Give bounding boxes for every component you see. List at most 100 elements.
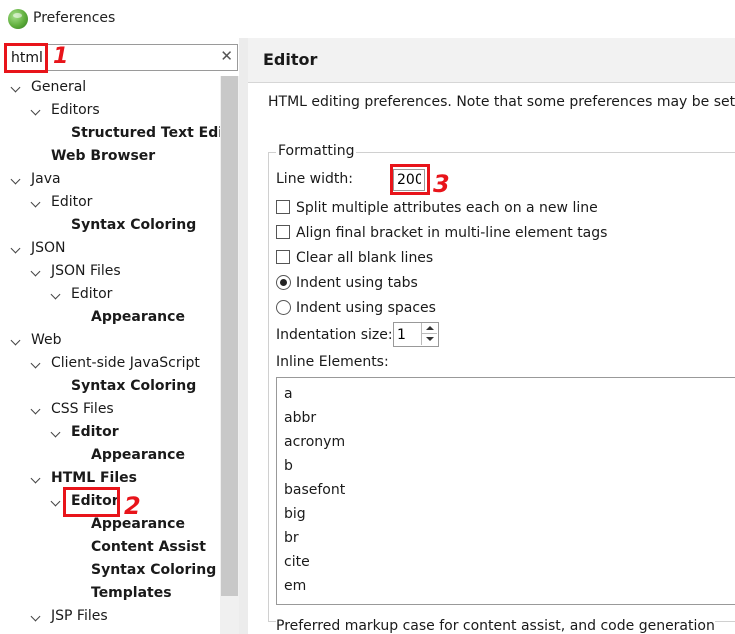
spin-up-icon[interactable]: [421, 323, 437, 334]
option-label: Indent using tabs: [296, 275, 418, 291]
list-item[interactable]: a: [284, 382, 293, 406]
tree-item[interactable]: Content Assist: [0, 536, 220, 559]
line-width-label: Line width:: [276, 171, 353, 187]
tree-item-label: Appearance: [91, 309, 185, 325]
chevron-down-icon[interactable]: [30, 358, 41, 369]
tree-item[interactable]: Editors: [0, 99, 220, 122]
annotation-number-3: 3: [433, 170, 450, 198]
annotation-box-editor: [63, 487, 120, 517]
tree-item-label: JSON: [31, 240, 66, 256]
checkbox-icon[interactable]: [276, 200, 290, 214]
tree-item-label: Web Browser: [51, 148, 156, 164]
indentation-size-label: Indentation size:: [276, 327, 393, 343]
chevron-down-icon[interactable]: [30, 611, 41, 622]
tree-item[interactable]: Templates: [0, 582, 220, 605]
markup-case-label: Preferred markup case for content assist…: [276, 618, 715, 634]
chevron-down-icon[interactable]: [30, 105, 41, 116]
tree-item[interactable]: CSS Files: [0, 398, 220, 421]
formatting-legend: Formatting: [276, 143, 357, 159]
annotation-number-2: 2: [124, 492, 141, 520]
tree-item[interactable]: JSON Files: [0, 260, 220, 283]
list-item[interactable]: basefont: [284, 478, 345, 502]
tree-item-label: JSON Files: [51, 263, 121, 279]
tree-item[interactable]: JSP Files: [0, 605, 220, 628]
tree-item-label: Syntax Coloring: [91, 562, 217, 578]
tree-item-label: Content Assist: [91, 539, 206, 555]
tree-item[interactable]: Syntax Coloring: [0, 214, 220, 237]
tree-item[interactable]: General: [0, 76, 220, 99]
preferences-page: Editor HTML editing preferences. Note th…: [248, 38, 735, 634]
preferences-nav-panel: ✕ General Editors Structured Text Editors W…: [0, 38, 239, 634]
tree-scrollbar[interactable]: [220, 76, 239, 634]
chevron-down-icon[interactable]: [10, 82, 21, 93]
chevron-down-icon[interactable]: [30, 266, 41, 277]
radio-icon[interactable]: [276, 300, 291, 315]
chevron-down-icon[interactable]: [50, 496, 61, 507]
tree-item-label: Editor: [51, 194, 93, 210]
radio-icon[interactable]: [276, 275, 291, 290]
chevron-down-icon[interactable]: [30, 404, 41, 415]
tree-item[interactable]: Syntax Coloring: [0, 559, 220, 582]
indentation-size-input[interactable]: [397, 325, 419, 344]
chevron-down-icon[interactable]: [10, 174, 21, 185]
inline-elements-label: Inline Elements:: [276, 354, 389, 370]
tree-item[interactable]: Structured Text Editors: [0, 122, 220, 145]
chevron-down-icon[interactable]: [30, 473, 41, 484]
tree-scrollbar-thumb[interactable]: [221, 76, 238, 596]
page-description: HTML editing preferences. Note that some…: [268, 94, 735, 110]
option-label: Split multiple attributes each on a new …: [296, 200, 598, 216]
chevron-down-icon[interactable]: [10, 335, 21, 346]
app-icon: [8, 9, 28, 29]
tree-item-label: CSS Files: [51, 401, 114, 417]
page-header: Editor: [248, 38, 735, 83]
tree-item[interactable]: Client-side JavaScript: [0, 352, 220, 375]
annotation-number-1: 1: [53, 44, 69, 69]
tree-item[interactable]: JSON: [0, 237, 220, 260]
panel-divider[interactable]: [239, 38, 248, 634]
chevron-down-icon[interactable]: [50, 289, 61, 300]
clear-icon[interactable]: ✕: [220, 47, 233, 65]
tree-item-label: Structured Text Editors: [71, 125, 220, 141]
tree-item[interactable]: Syntax Coloring: [0, 375, 220, 398]
list-item[interactable]: acronym: [284, 430, 345, 454]
indentation-size-spinner[interactable]: [393, 322, 439, 347]
list-item[interactable]: b: [284, 454, 293, 478]
inline-elements-list[interactable]: a abbr acronym b basefont big br cite em: [276, 377, 735, 605]
chevron-down-icon[interactable]: [10, 243, 21, 254]
tree-item[interactable]: Editor: [0, 421, 220, 444]
checkbox-icon[interactable]: [276, 225, 290, 239]
option-label: Indent using spaces: [296, 300, 436, 316]
chevron-down-icon[interactable]: [50, 427, 61, 438]
list-item[interactable]: br: [284, 526, 299, 550]
list-item[interactable]: em: [284, 574, 306, 598]
tree-item-label: Syntax Coloring: [71, 217, 197, 233]
chevron-down-icon[interactable]: [30, 197, 41, 208]
annotation-box-filter: [4, 43, 48, 73]
tree-item-label: Java: [31, 171, 61, 187]
title-bar: Preferences: [0, 0, 735, 38]
tree-item-label: Client-side JavaScript: [51, 355, 200, 371]
list-item[interactable]: big: [284, 502, 306, 526]
option-label: Align final bracket in multi-line elemen…: [296, 225, 608, 241]
page-title: Editor: [263, 50, 318, 69]
preferences-tree: General Editors Structured Text Editors Web…: [0, 76, 220, 634]
list-item[interactable]: abbr: [284, 406, 316, 430]
tree-item[interactable]: Web Browser: [0, 145, 220, 168]
window-title: Preferences: [33, 10, 116, 26]
tree-item-label: Editors: [51, 102, 100, 118]
checkbox-icon[interactable]: [276, 250, 290, 264]
tree-item[interactable]: Appearance: [0, 306, 220, 329]
tree-item[interactable]: Editor: [0, 283, 220, 306]
tree-item[interactable]: Appearance: [0, 444, 220, 467]
tree-item[interactable]: Java: [0, 168, 220, 191]
tree-item-label: Web: [31, 332, 62, 348]
tree-item-label: Appearance: [91, 447, 185, 463]
spin-down-icon[interactable]: [421, 334, 437, 345]
annotation-box-line-width: [390, 164, 430, 195]
list-item[interactable]: cite: [284, 550, 310, 574]
tree-item-label: Templates: [91, 585, 172, 601]
tree-item-label: General: [31, 79, 87, 95]
tree-item[interactable]: Web: [0, 329, 220, 352]
tree-item-label: JSP Files: [51, 608, 108, 624]
tree-item[interactable]: Editor: [0, 191, 220, 214]
